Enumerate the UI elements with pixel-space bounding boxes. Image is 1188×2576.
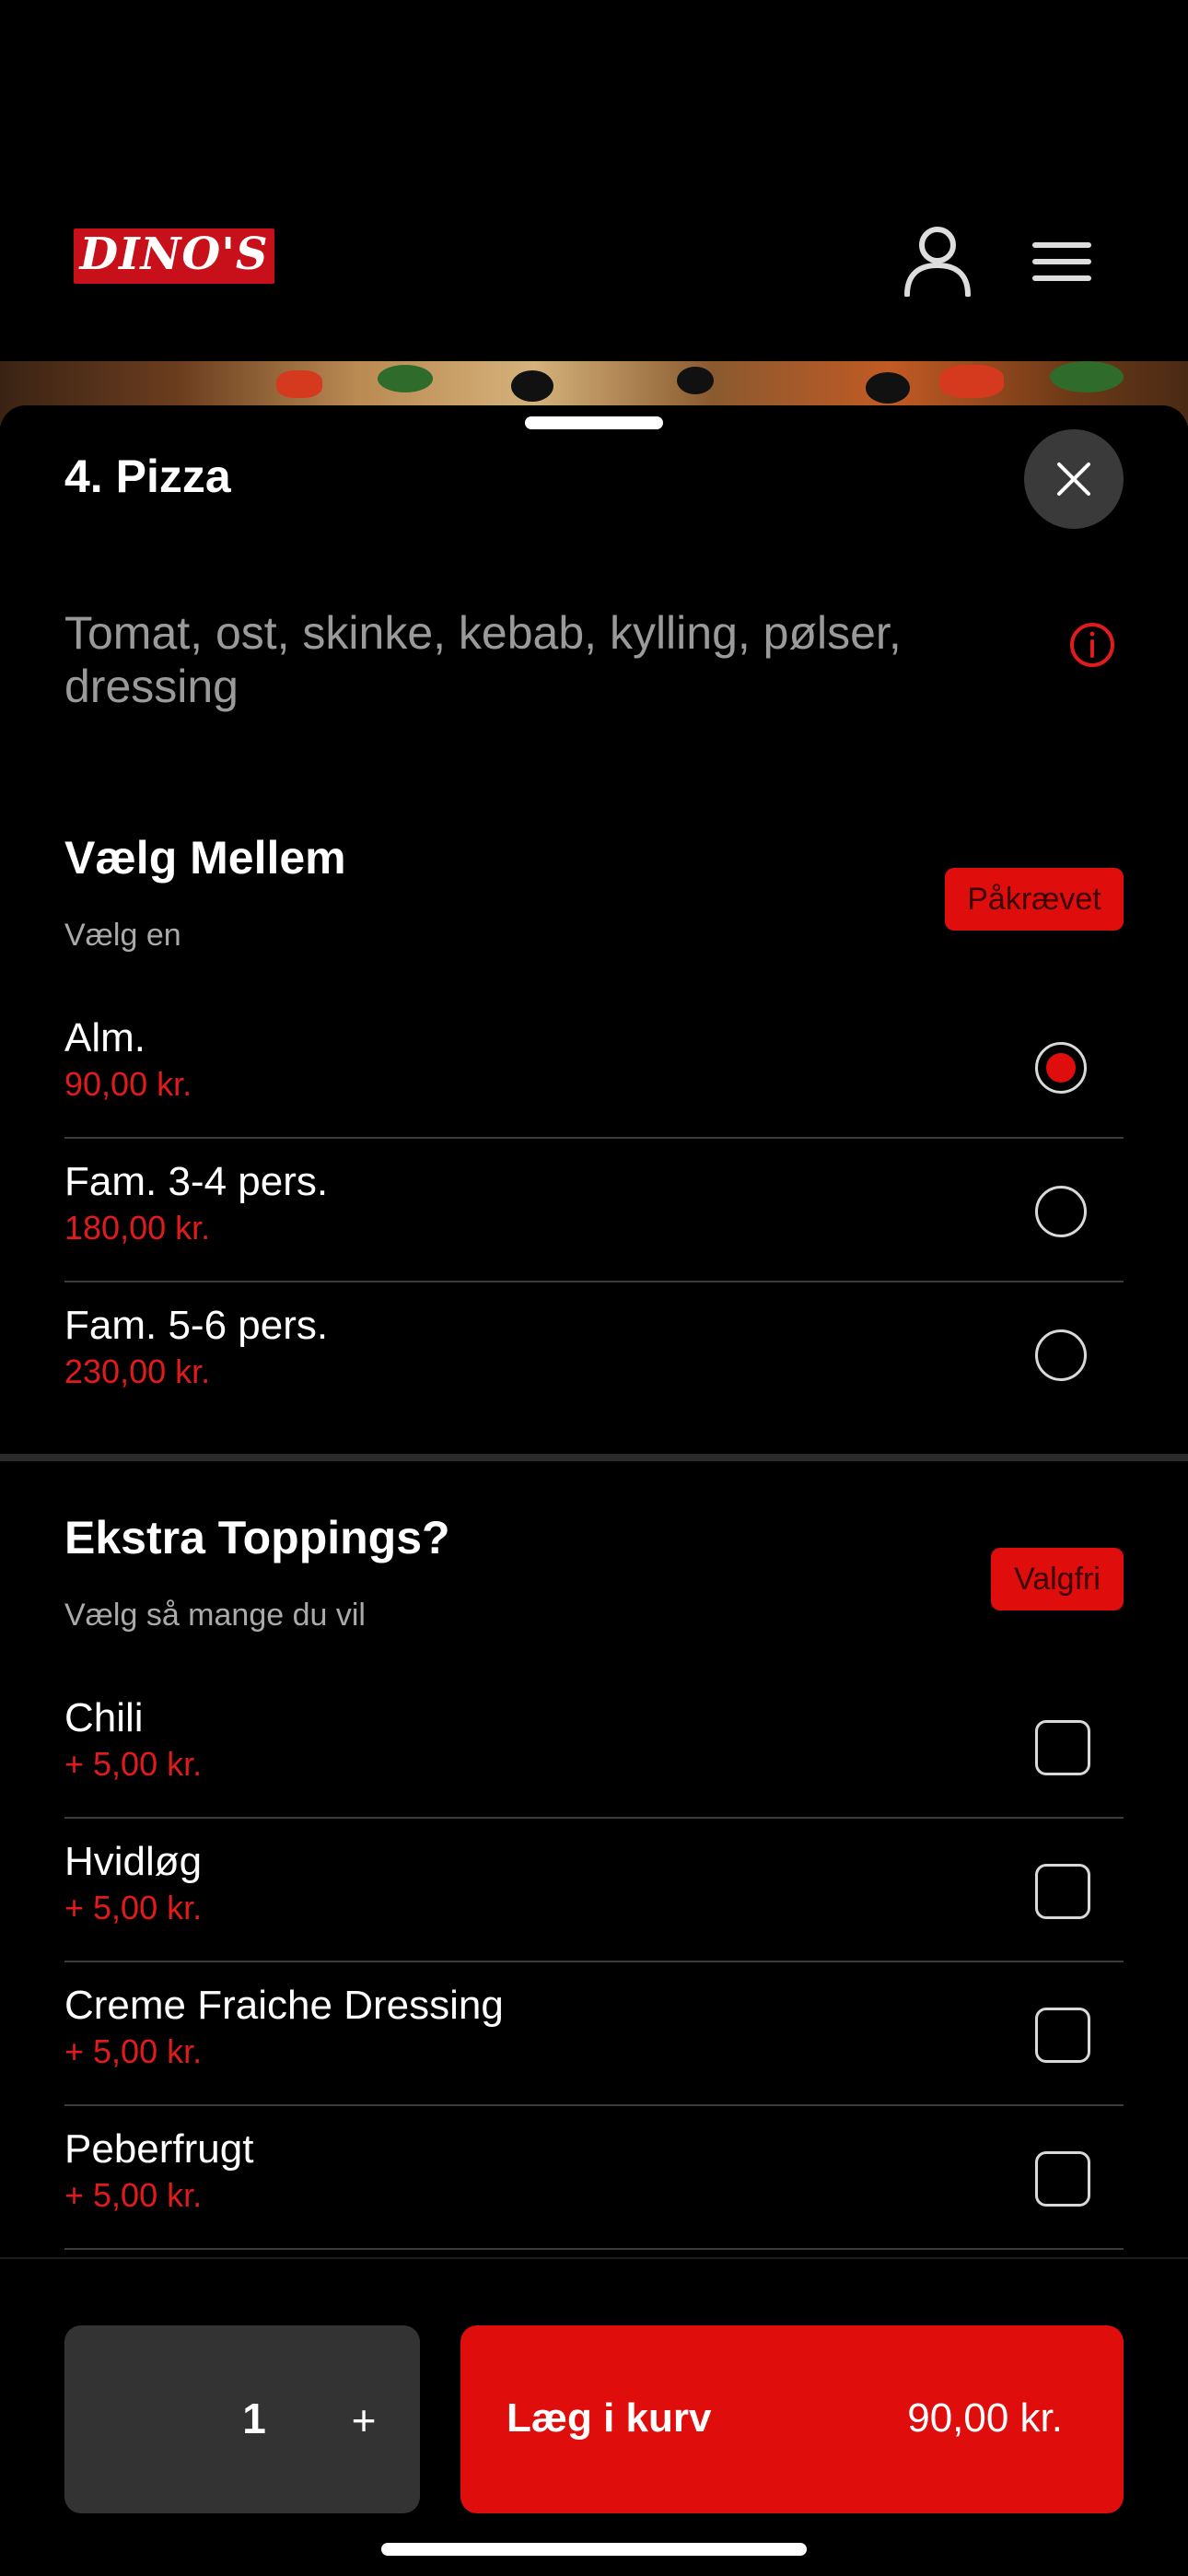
option-name: Fam. 5-6 pers. (64, 1303, 329, 1348)
option-radio[interactable] (1035, 1186, 1087, 1237)
product-description: Tomat, ost, skinke, kebab, kylling, pøls… (64, 607, 902, 712)
optional-badge: Valgfri (991, 1548, 1124, 1610)
topping-option-row[interactable]: Peberfrugt + 5,00 kr. (64, 2106, 1124, 2250)
section-divider (0, 1454, 1188, 1461)
option-name: Chili (64, 1695, 144, 1740)
quantity-value: 1 (242, 2395, 266, 2442)
product-options-page: DINO'S 4. Pizza Tomat, ost, skinke, keba… (0, 0, 1188, 2576)
option-name: Peberfrugt (64, 2126, 254, 2172)
option-price: 230,00 kr. (64, 1352, 211, 1390)
option-checkbox[interactable] (1035, 2008, 1090, 2063)
size-option-row[interactable]: Alm. 90,00 kr. (64, 995, 1124, 1139)
size-option-row[interactable]: Fam. 3-4 pers. 180,00 kr. (64, 1139, 1124, 1282)
row-divider (64, 2248, 1124, 2250)
option-price: 90,00 kr. (64, 1065, 192, 1103)
option-name: Fam. 3-4 pers. (64, 1159, 329, 1204)
user-icon[interactable] (903, 225, 973, 297)
close-icon (1057, 463, 1090, 496)
home-indicator[interactable] (381, 2543, 807, 2556)
toppings-section-subtitle: Vælg så mange du vil (64, 1598, 366, 1633)
size-option-row[interactable]: Fam. 5-6 pers. 230,00 kr. (64, 1282, 1124, 1426)
hamburger-menu-icon[interactable] (1031, 241, 1092, 282)
cart-bar: 1 + Læg i kurv 90,00 kr. (0, 2257, 1188, 2576)
topping-option-row[interactable]: Creme Fraiche Dressing + 5,00 kr. (64, 1962, 1124, 2106)
option-price: + 5,00 kr. (64, 2032, 203, 2070)
option-checkbox[interactable] (1035, 2151, 1090, 2207)
required-badge: Påkrævet (945, 868, 1124, 931)
option-price: 180,00 kr. (64, 1209, 211, 1247)
option-name: Alm. (64, 1015, 146, 1060)
option-checkbox[interactable] (1035, 1864, 1090, 1919)
option-price: + 5,00 kr. (64, 1745, 203, 1783)
option-name: Hvidløg (64, 1839, 203, 1884)
sheet-grabber[interactable] (525, 416, 663, 429)
option-name: Creme Fraiche Dressing (64, 1983, 504, 2028)
close-button[interactable] (1024, 429, 1124, 529)
info-icon[interactable] (1068, 621, 1116, 669)
option-price: + 5,00 kr. (64, 1889, 203, 1926)
option-price: + 5,00 kr. (64, 2176, 203, 2214)
dinos-logo[interactable]: DINO'S (74, 228, 274, 284)
logo-text: DINO'S (79, 228, 269, 280)
topping-option-row[interactable]: Chili + 5,00 kr. (64, 1675, 1124, 1819)
size-section-title: Vælg Mellem (64, 832, 346, 884)
size-section-subtitle: Vælg en (64, 918, 181, 953)
option-radio-selected[interactable] (1035, 1042, 1087, 1094)
cart-total: 90,00 kr. (907, 2395, 1063, 2441)
app-header: DINO'S (0, 0, 1188, 361)
product-title: 4. Pizza (64, 451, 231, 502)
increment-button[interactable]: + (332, 2388, 396, 2453)
product-sheet: 4. Pizza Tomat, ost, skinke, kebab, kyll… (0, 405, 1188, 2576)
add-to-cart-button[interactable]: Læg i kurv 90,00 kr. (460, 2325, 1124, 2513)
toppings-section-title: Ekstra Toppings? (64, 1512, 450, 1563)
add-to-cart-label: Læg i kurv (507, 2395, 712, 2441)
option-radio[interactable] (1035, 1329, 1087, 1381)
topping-option-row[interactable]: Hvidløg + 5,00 kr. (64, 1819, 1124, 1962)
quantity-stepper[interactable]: 1 + (64, 2325, 420, 2513)
option-checkbox[interactable] (1035, 1720, 1090, 1775)
